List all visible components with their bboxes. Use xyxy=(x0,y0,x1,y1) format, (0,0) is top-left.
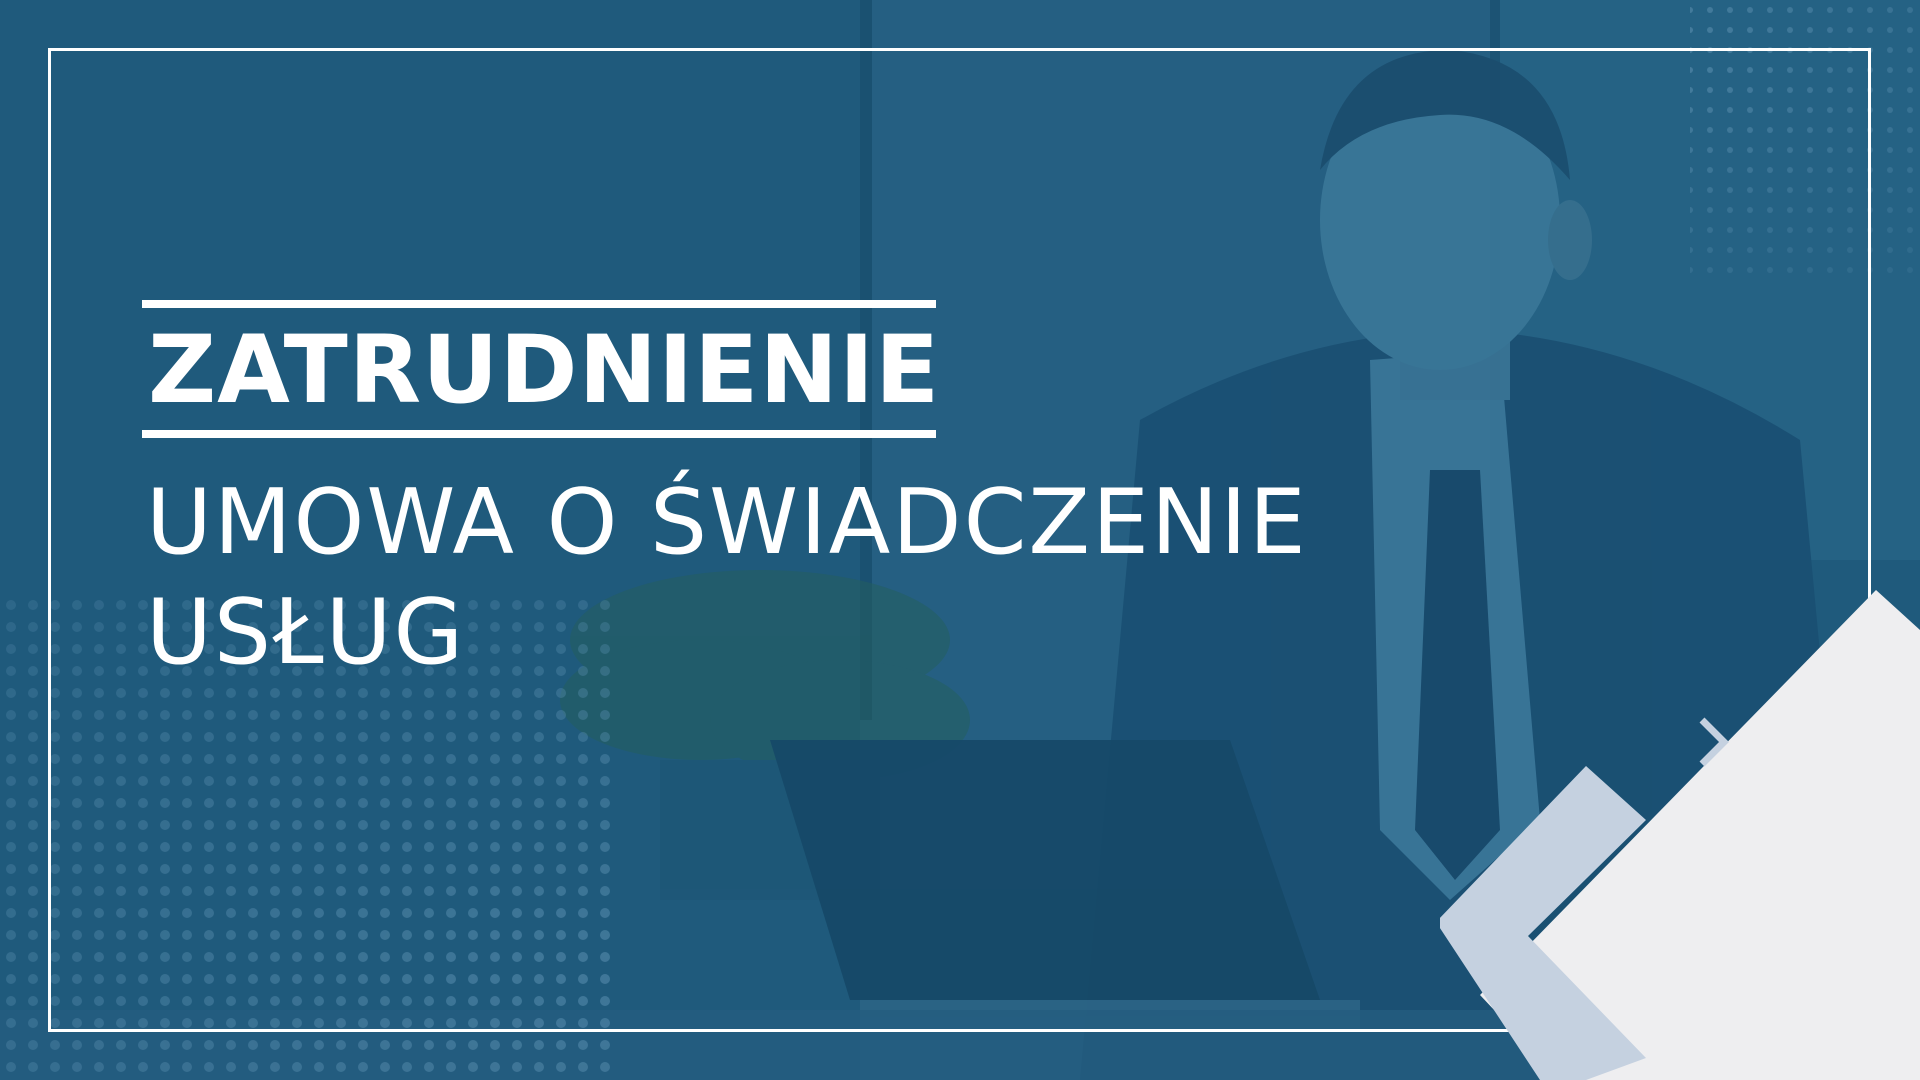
category-block: ZATRUDNIENIE xyxy=(142,300,941,438)
headline-line-1: UMOWA O ŚWIADCZENIE xyxy=(146,470,1308,575)
bottom-rule xyxy=(142,430,936,438)
headline-line-2: USŁUG xyxy=(146,580,466,685)
category-title: ZATRUDNIENIE xyxy=(148,316,941,425)
headline: UMOWA O ŚWIADCZENIE USŁUG xyxy=(146,468,1446,688)
corner-decoration xyxy=(1440,590,1920,1080)
top-rule xyxy=(142,300,936,308)
